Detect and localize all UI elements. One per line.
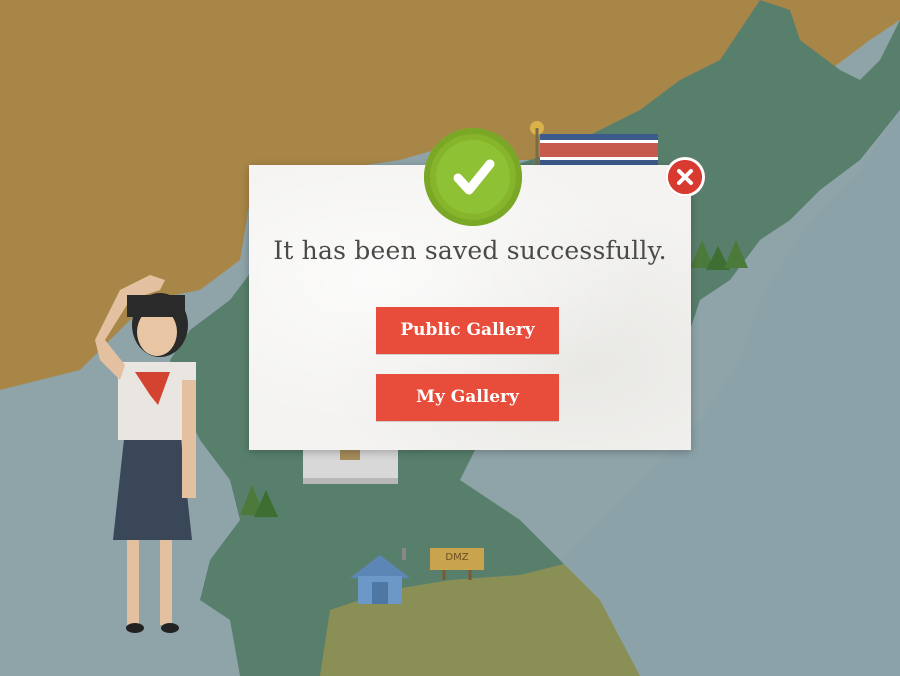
check-icon — [453, 159, 495, 195]
dmz-sign-label: DMZ — [445, 552, 469, 563]
public-gallery-button[interactable]: Public Gallery — [376, 307, 559, 354]
success-message: It has been saved successfully. — [273, 236, 667, 265]
success-badge-inner — [436, 140, 510, 214]
close-button[interactable] — [665, 157, 705, 197]
close-icon — [668, 160, 702, 194]
monument — [303, 448, 398, 484]
success-badge — [424, 128, 522, 226]
my-gallery-button[interactable]: My Gallery — [376, 374, 559, 421]
